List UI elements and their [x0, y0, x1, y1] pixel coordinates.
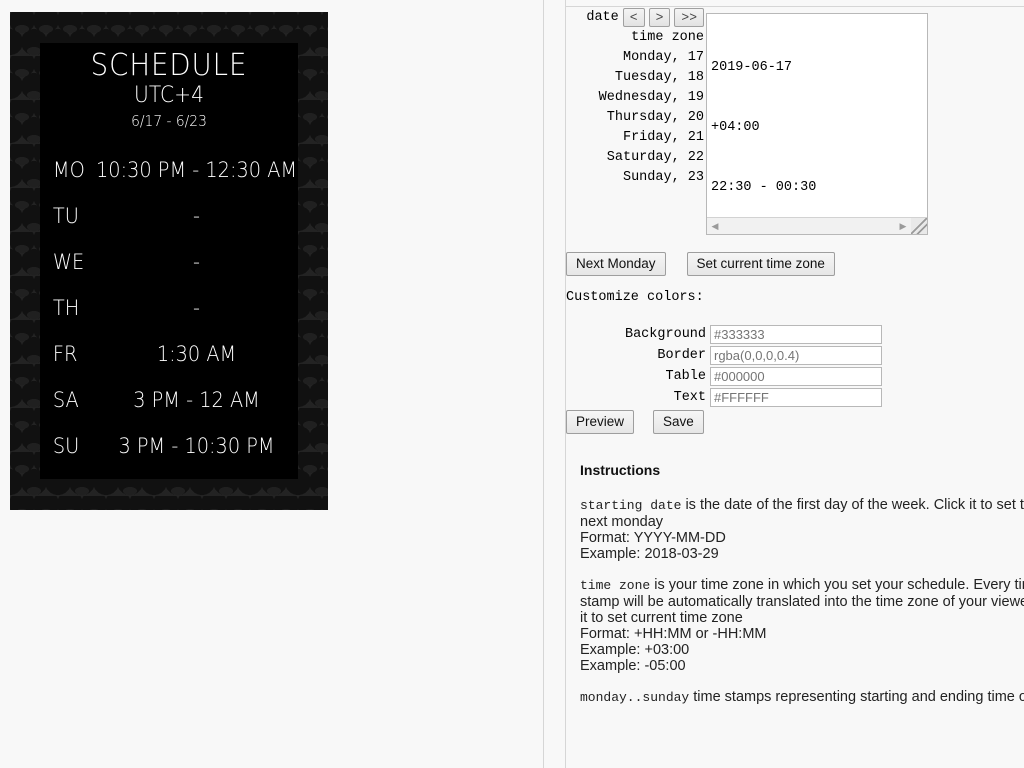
value-starting-date: 2019-06-17	[711, 60, 793, 75]
table-row: MO 10:30 PM - 12:30 AM	[40, 147, 311, 193]
scroll-right-arrow-icon[interactable]: ▶	[895, 221, 911, 231]
table-row: TH -	[40, 285, 311, 331]
scroll-left-arrow-icon[interactable]: ◀	[707, 221, 723, 231]
instruction-keyword: time zone	[580, 578, 651, 593]
schedule-day-label: FR	[52, 342, 78, 366]
preview-button[interactable]: Preview	[566, 410, 635, 434]
instruction-text: Format: YYYY-MM-DD	[580, 530, 726, 546]
prev-week-button[interactable]: <	[622, 8, 645, 27]
thursday-label: Thursday, 20	[606, 110, 704, 125]
table-row: Border	[566, 345, 882, 366]
instruction-text: Example: +03:00	[580, 642, 690, 658]
color-action-row: Preview Save	[566, 410, 704, 434]
schedule-day-value: -	[192, 250, 200, 274]
instruction-text: Example: -05:00	[580, 658, 686, 674]
next-week-button[interactable]: >	[648, 8, 671, 27]
table-row: FR 1:30 AM	[40, 331, 311, 377]
date-label-cell: date < > >>	[566, 7, 706, 28]
schedule-day-value: 1:30 AM	[156, 342, 236, 366]
panel-divider-outer	[543, 0, 544, 768]
table-row: Text	[566, 387, 882, 408]
next-monday-button[interactable]: Next Monday	[566, 252, 666, 276]
instruction-keyword: starting date	[580, 498, 682, 513]
table-row: Table	[566, 366, 882, 387]
instruction-block-time-zone: time zone is your time zone in which you…	[580, 577, 1024, 674]
save-button[interactable]: Save	[653, 410, 704, 434]
background-color-label: Background	[624, 327, 706, 342]
schedule-day-label: SA	[52, 388, 79, 412]
instruction-text: Example: 2018-03-29	[580, 546, 719, 562]
textarea-resize-grip-icon[interactable]	[911, 218, 927, 234]
date-label: date	[586, 9, 619, 25]
schedule-day-label: TH	[52, 296, 80, 320]
schedule-values-textarea[interactable]: 2019-06-17 +04:00 22:30 - 00:30 - - - 01…	[706, 13, 928, 235]
instruction-text: next monday	[580, 514, 664, 530]
table-row: SU 3 PM - 10:30 PM	[40, 423, 311, 469]
instruction-block-monday-sunday: monday..sunday time stamps representing …	[580, 689, 1024, 706]
instruction-keyword: monday..sunday	[580, 690, 690, 705]
text-color-input[interactable]	[710, 388, 882, 407]
schedule-preview-card: SCHEDULE UTC+4 6/17 - 6/23 MO 10:30 PM -…	[10, 12, 328, 510]
saturday-label: Saturday, 22	[606, 150, 704, 165]
instruction-text: is your time zone in which you set your …	[650, 577, 1024, 593]
timezone-label: time zone	[631, 30, 704, 45]
sunday-label: Sunday, 23	[622, 170, 704, 185]
schedule-day-value: -	[192, 204, 200, 228]
background-color-input[interactable]	[710, 325, 882, 344]
border-color-label: Border	[657, 348, 706, 363]
schedule-day-value: 3 PM - 12 AM	[132, 388, 260, 412]
schedule-values-content: 2019-06-17 +04:00 22:30 - 00:30 - - - 01…	[707, 14, 927, 234]
editor-action-row: Next Monday Set current time zone	[566, 252, 835, 276]
table-row: WE -	[40, 239, 311, 285]
schedule-title: SCHEDULE	[90, 48, 248, 83]
schedule-day-value: 10:30 PM - 12:30 AM	[95, 158, 297, 182]
border-color-input[interactable]	[710, 346, 882, 365]
schedule-inner-panel: SCHEDULE UTC+4 6/17 - 6/23 MO 10:30 PM -…	[40, 43, 298, 479]
instruction-text: it to set current time zone	[580, 610, 743, 626]
table-color-input[interactable]	[710, 367, 882, 386]
table-row: SA 3 PM - 12 AM	[40, 377, 311, 423]
table-row: Background	[566, 324, 882, 345]
set-current-timezone-button[interactable]: Set current time zone	[686, 252, 835, 276]
value-monday: 22:30 - 00:30	[711, 180, 817, 195]
table-color-label: Table	[665, 369, 706, 384]
skip-week-button[interactable]: >>	[674, 8, 704, 27]
text-color-label: Text	[673, 390, 706, 405]
customize-colors-heading: Customize colors:	[566, 290, 704, 305]
schedule-day-label: TU	[52, 204, 79, 228]
schedule-date-range: 6/17 - 6/23	[131, 112, 207, 130]
schedule-day-value: -	[192, 296, 200, 320]
schedule-day-label: WE	[52, 250, 85, 274]
schedule-day-label: MO	[52, 158, 85, 182]
instructions-heading: Instructions	[580, 462, 661, 478]
monday-label: Monday, 17	[622, 50, 704, 65]
instruction-text: time stamps representing starting and en…	[689, 689, 1024, 705]
color-settings-table: Background Border Table Text	[566, 324, 882, 408]
tuesday-label: Tuesday, 18	[614, 70, 704, 85]
wednesday-label: Wednesday, 19	[598, 90, 704, 105]
table-row: TU -	[40, 193, 311, 239]
value-time-zone: +04:00	[711, 120, 760, 135]
schedule-timezone: UTC+4	[134, 83, 204, 108]
schedule-day-label: SU	[52, 434, 80, 458]
instruction-text: Format: +HH:MM or -HH:MM	[580, 626, 767, 642]
instructions-section: Instructions starting date is the date o…	[580, 462, 1024, 721]
instruction-text: stamp will be automatically translated i…	[580, 594, 1024, 610]
textarea-horizontal-scrollbar[interactable]: ◀ ▶	[707, 217, 927, 234]
instruction-block-starting-date: starting date is the date of the first d…	[580, 497, 1024, 562]
friday-label: Friday, 21	[622, 130, 704, 145]
page-root: SCHEDULE UTC+4 6/17 - 6/23 MO 10:30 PM -…	[0, 0, 1024, 768]
instruction-text: is the date of the first day of the week…	[681, 497, 1024, 513]
schedule-day-value: 3 PM - 10:30 PM	[118, 434, 275, 458]
schedule-table: MO 10:30 PM - 12:30 AM TU - WE - TH - FR…	[40, 147, 311, 469]
